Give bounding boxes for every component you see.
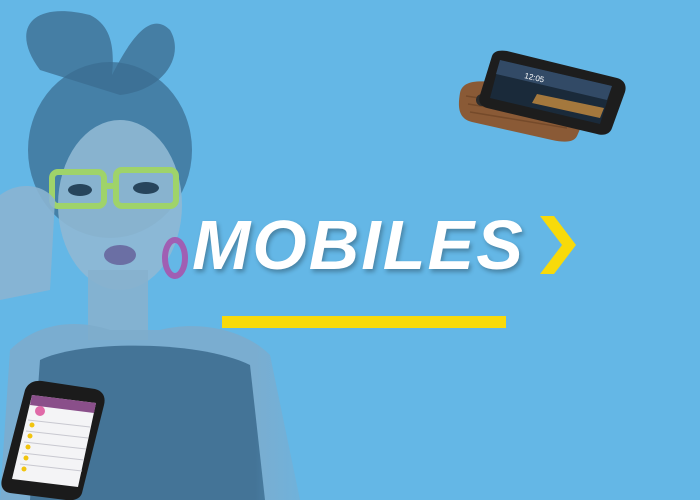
chevron-right-icon[interactable] — [532, 210, 582, 280]
title-underline — [222, 316, 506, 328]
mobiles-banner[interactable]: 12:05 MOBILES — [0, 0, 700, 500]
banner-title: MOBILES — [192, 206, 525, 284]
smartphone-photo-top: 12:05 — [458, 50, 626, 142]
smartphone-photo-bottom — [1, 380, 105, 500]
